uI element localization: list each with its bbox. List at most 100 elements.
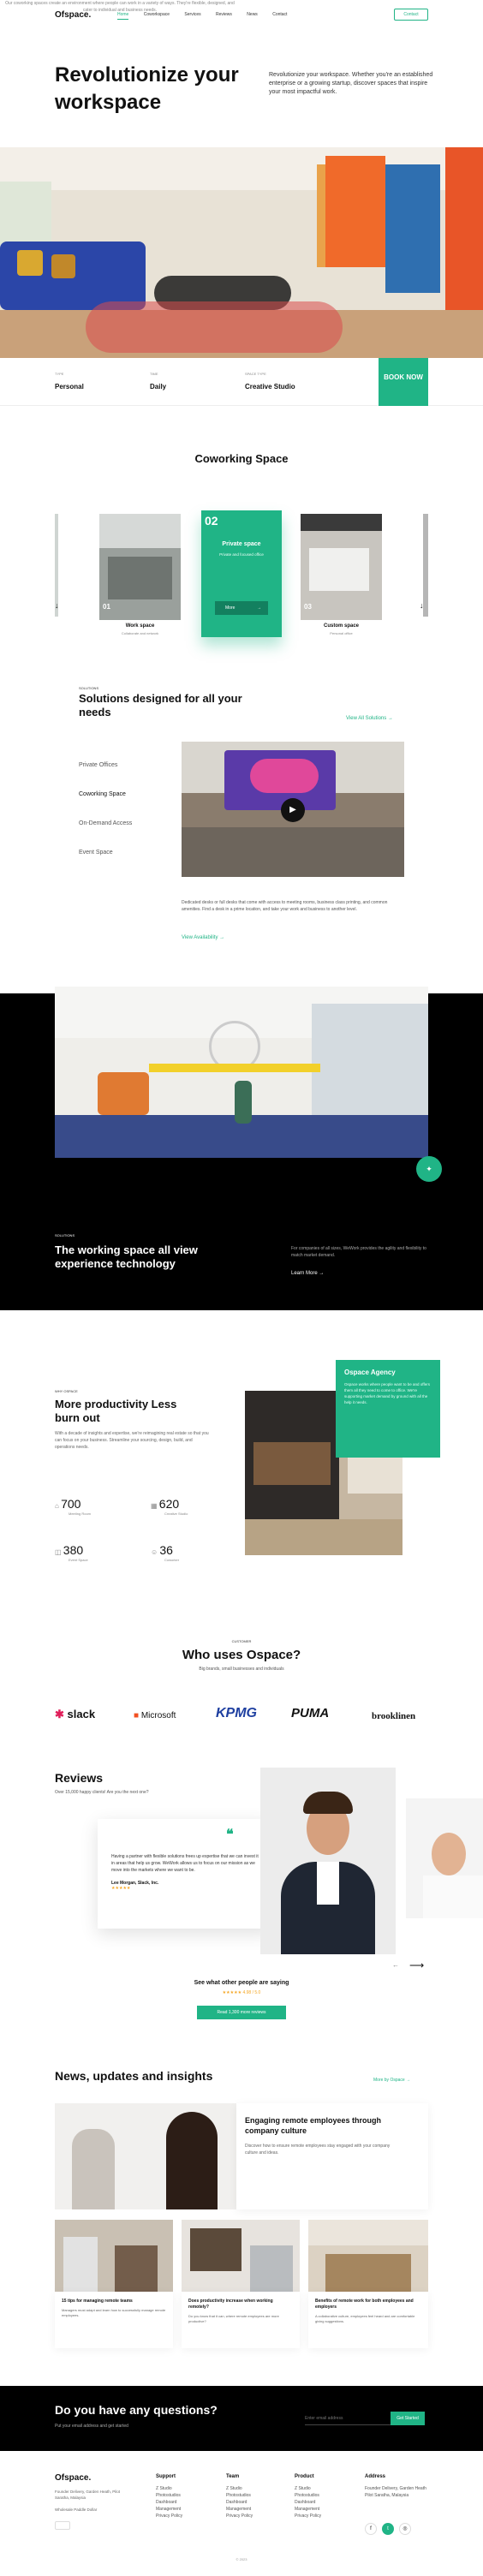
nav-reviews[interactable]: Reviews — [216, 12, 232, 17]
studio-icon: ▦ — [151, 1502, 159, 1510]
arrow-right-icon[interactable]: ⟶ — [409, 1959, 424, 1971]
contact-button[interactable]: Contact — [394, 9, 428, 21]
footer-link[interactable]: Dashboard — [156, 2499, 182, 2506]
see-others: See what other people are saying — [194, 1980, 289, 1986]
nav-services[interactable]: Services — [184, 12, 200, 17]
stat-label: Coworker — [164, 1558, 180, 1562]
news-feature-desc: Discover how to ensure remote employees … — [245, 2144, 391, 2156]
solution-on-demand[interactable]: On-Demand Access — [79, 820, 132, 826]
book-now-button[interactable]: BOOK NOW — [379, 358, 428, 406]
twitter-icon[interactable]: t — [382, 2523, 394, 2535]
custom-space-card[interactable]: 03 — [301, 514, 382, 620]
footer-logo[interactable]: Ofspace. — [55, 2473, 91, 2483]
card-number: 03 — [304, 603, 312, 611]
solution-private-offices[interactable]: Private Offices — [79, 762, 117, 768]
footer-text: Founder Delivery, Garden Heath — [365, 2486, 426, 2491]
more-button[interactable]: More → — [215, 601, 268, 615]
top-nav: Ofspace. Home Coworkspace Services Revie… — [0, 0, 483, 33]
news-card-image[interactable] — [182, 2220, 300, 2292]
facebook-icon[interactable]: f — [365, 2523, 377, 2535]
stat-event-space: ◫ 380 — [55, 1543, 84, 1557]
footer-link[interactable]: Privacy Policy — [226, 2513, 253, 2519]
nav-coworkspace[interactable]: Coworkspace — [144, 12, 170, 17]
more-news-link[interactable]: More by Ospace → — [373, 2078, 410, 2083]
footer-link[interactable]: Dashboard — [226, 2499, 253, 2506]
email-input[interactable] — [305, 2412, 391, 2425]
workspace-card[interactable]: 01 — [99, 514, 181, 620]
stat-label: Event Space — [69, 1558, 88, 1562]
time-select[interactable]: Daily — [150, 383, 166, 391]
experience-title: The working space all view experience te… — [55, 1243, 198, 1270]
experience-kicker: SOLUTIONS — [55, 1233, 75, 1237]
clients-subtitle: Big brands, small businesses and individ… — [199, 1667, 284, 1672]
arrow-left-icon[interactable]: ← — [392, 1961, 399, 1969]
get-started-button[interactable]: Get Started — [391, 2412, 425, 2425]
news-card[interactable]: Does productivity increase when working … — [182, 2292, 300, 2348]
logo-slack: ✱ slack — [55, 1708, 96, 1720]
logo[interactable]: Ofspace. — [55, 10, 91, 20]
news-card-desc: Managers must adapt and learn how to suc… — [62, 2308, 166, 2317]
logo-microsoft: ■ Microsoft — [134, 1711, 176, 1720]
nav-contact[interactable]: Contact — [272, 12, 287, 17]
news-card[interactable]: 15 tips for managing remote teams Manage… — [55, 2292, 173, 2348]
review-card: ❝ Having a partner with flexible solutio… — [98, 1819, 272, 1929]
eye-icon[interactable]: ✦ — [416, 1156, 442, 1182]
reviewer-photo-next[interactable] — [406, 1798, 483, 1918]
view-all-solutions-link[interactable]: View All Solutions → — [346, 716, 393, 721]
card-title: Private space — [222, 541, 261, 547]
read-more-reviews-button[interactable]: Read 1,300 more reviews — [197, 2006, 286, 2019]
news-card-image[interactable] — [55, 2220, 173, 2292]
solution-event-space[interactable]: Event Space — [79, 850, 113, 856]
view-availability-link[interactable]: View Availability → — [182, 935, 224, 940]
nav-news[interactable]: News — [247, 12, 258, 17]
footer-support: Support Z Studio Photostudios Dashboard … — [156, 2474, 183, 2519]
arrow-right-icon: → — [257, 605, 261, 611]
footer-link[interactable]: Photostudios — [156, 2492, 182, 2499]
footer-link[interactable]: Privacy Policy — [156, 2513, 182, 2519]
solutions-kicker: SOLUTIONS — [79, 686, 99, 690]
arrow-left-icon[interactable]: ↓ — [55, 601, 59, 610]
language-select[interactable] — [55, 2521, 70, 2530]
footer-text: Pilot Saratha, Malaysia — [365, 2493, 409, 2498]
footer-link[interactable]: Z Studio — [156, 2485, 182, 2492]
stat-coworker: ☺ 36 — [151, 1543, 173, 1557]
footer-link[interactable]: Z Studio — [295, 2485, 321, 2492]
news-card-image[interactable] — [308, 2220, 428, 2292]
nav-home[interactable]: Home — [117, 12, 129, 20]
space-type-select[interactable]: Creative Studio — [245, 383, 295, 391]
agency-card: Ospace Agency Ospace works where people … — [336, 1360, 440, 1458]
instagram-icon[interactable]: ◎ — [399, 2523, 411, 2535]
solution-coworking-space[interactable]: Coworking Space — [79, 791, 126, 797]
footer-link[interactable]: Privacy Policy — [295, 2513, 321, 2519]
private-space-card[interactable]: 02 Private space Private and focused off… — [201, 510, 282, 637]
footer-link[interactable]: Dashboard — [295, 2499, 321, 2506]
type-select[interactable]: Personal — [55, 383, 84, 391]
reviews-title: Reviews — [55, 1771, 104, 1785]
card-title: Work space — [125, 623, 155, 629]
footer-link[interactable]: Photostudios — [295, 2492, 321, 2499]
card-subtitle: Collaborate and network — [121, 631, 159, 635]
news-card[interactable]: Benefits of remote work for both employe… — [308, 2292, 428, 2348]
play-icon[interactable]: ▶ — [281, 798, 305, 822]
footer-link[interactable]: Photostudios — [226, 2492, 253, 2499]
windows-icon: ■ — [134, 1711, 140, 1720]
news-card-title: 15 tips for managing remote teams — [62, 2299, 133, 2304]
card-number: 02 — [205, 514, 218, 528]
news-feature-card[interactable]: Engaging remote employees through compan… — [236, 2103, 428, 2209]
news-card-title: Does productivity increase when working … — [188, 2299, 273, 2310]
arrow-down-icon[interactable]: ↓ — [420, 601, 424, 610]
solutions-video[interactable]: ▶ — [182, 742, 404, 877]
clients-kicker: CUSTOMER — [231, 1639, 252, 1643]
news-feature-image[interactable] — [55, 2103, 236, 2209]
footer-link[interactable]: Management — [226, 2506, 253, 2513]
card-subtitle: Private and focused office — [219, 552, 264, 557]
footer-link[interactable]: Z Studio — [226, 2485, 253, 2492]
type-label: TYPE — [55, 372, 64, 376]
learn-more-link[interactable]: Learn More → — [291, 1271, 324, 1276]
footer-phone: Wholesale Paddle Dollar — [55, 2507, 98, 2512]
footer-link[interactable]: Management — [156, 2506, 182, 2513]
footer-link[interactable]: Management — [295, 2506, 321, 2513]
hero-title: Revolutionize your workspace — [55, 63, 239, 114]
news-title: News, updates and insights — [55, 2069, 213, 2083]
reviews-subtitle: Over 15,000 happy clients! Are you the n… — [55, 1790, 149, 1795]
